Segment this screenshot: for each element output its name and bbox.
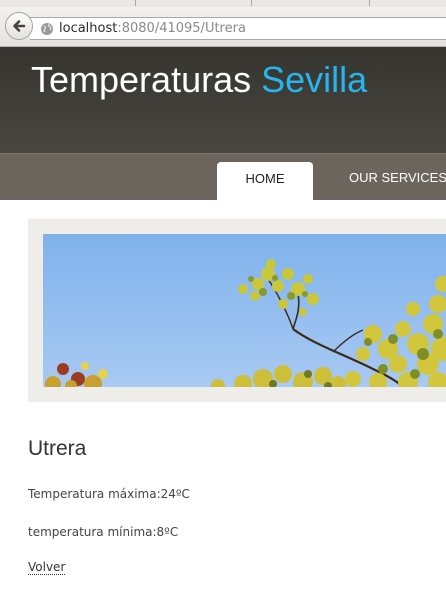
menu-item-home[interactable]: HOME [217, 162, 313, 200]
browser-tab[interactable] [369, 0, 370, 6]
max-temperature: Temperatura máxima:24ºC [28, 487, 190, 501]
site-title-accent: Sevilla [261, 59, 368, 100]
browser-tab[interactable] [251, 0, 252, 6]
city-heading: Utrera [28, 437, 87, 460]
min-temperature: temperatura mínima:8ºC [28, 525, 179, 539]
back-arrow-icon [13, 20, 26, 32]
address-bar[interactable]: localhost:8080/41095/Utrera [30, 17, 446, 40]
url-text: localhost:8080/41095/Utrera [59, 21, 246, 36]
tree-branches-illustration [45, 259, 446, 387]
browser-navigation-bar: localhost:8080/41095/Utrera [0, 7, 446, 47]
site-header: Temperaturas Sevilla [0, 47, 446, 153]
back-button[interactable] [5, 12, 33, 40]
globe-icon [41, 23, 53, 35]
banner-image [43, 234, 446, 387]
back-link[interactable]: Volver [28, 560, 66, 575]
site-title[interactable]: Temperaturas Sevilla [31, 58, 367, 102]
site-title-main: Temperaturas [31, 59, 252, 100]
banner-frame [28, 219, 446, 402]
browser-tab[interactable] [135, 0, 136, 6]
main-menu: HOME OUR SERVICES [0, 153, 446, 200]
menu-item-our-services[interactable]: OUR SERVICES [349, 170, 446, 185]
